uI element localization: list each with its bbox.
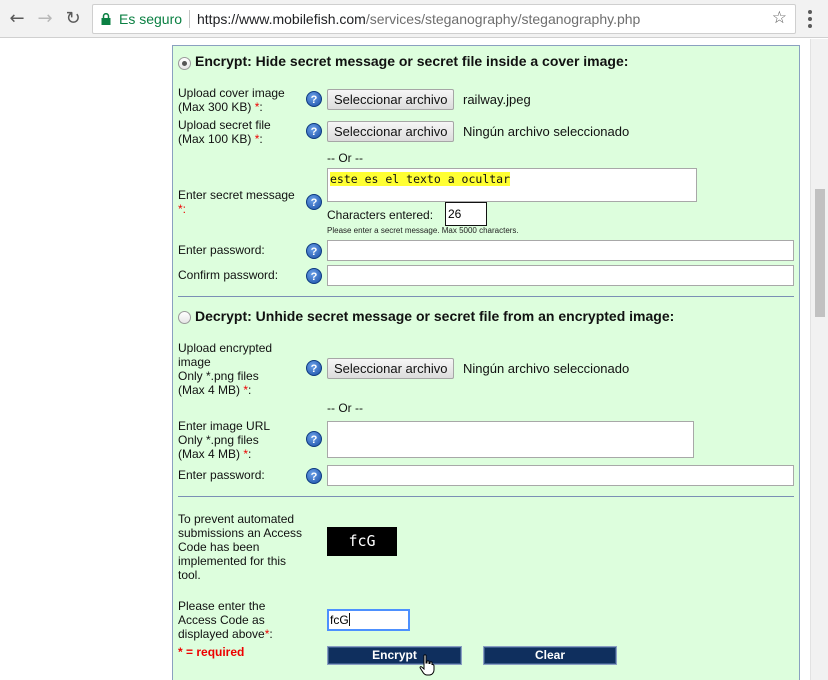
encrypted-image-label: Upload encrypted image Only *.png files … bbox=[178, 341, 272, 397]
image-url-textarea[interactable] bbox=[327, 421, 694, 458]
cover-image-label-line1: Upload cover image bbox=[178, 86, 285, 100]
required-note: * = required bbox=[178, 645, 245, 659]
back-arrow-icon[interactable]: ← bbox=[6, 8, 28, 30]
or-separator: -- Or -- bbox=[327, 401, 363, 415]
image-url-limit: (Max 4 MB) bbox=[178, 447, 241, 461]
secure-label: Es seguro bbox=[119, 11, 183, 27]
encrypted-image-label-line4: (Max 4 MB) *: bbox=[178, 383, 252, 397]
characters-entered-label: Characters entered: bbox=[327, 208, 434, 222]
help-icon[interactable]: ? bbox=[306, 268, 322, 284]
access-code-input[interactable]: fcG bbox=[327, 609, 410, 631]
lock-icon bbox=[101, 13, 111, 25]
access-code-value: fcG bbox=[330, 613, 349, 627]
hand-cursor-icon bbox=[419, 654, 435, 676]
page-content: Encrypt: Hide secret message or secret f… bbox=[0, 39, 810, 680]
secret-file-limit: (Max 100 KB) bbox=[178, 132, 252, 146]
cover-image-label-line2: (Max 300 KB) *: bbox=[178, 100, 263, 114]
help-icon[interactable]: ? bbox=[306, 123, 322, 139]
secret-file-filename: Ningún archivo seleccionado bbox=[463, 124, 630, 139]
encrypted-image-select-button[interactable]: Seleccionar archivo bbox=[327, 358, 455, 379]
secret-message-label: Enter secret message *: bbox=[178, 188, 295, 216]
reload-icon[interactable]: ↻ bbox=[62, 8, 84, 30]
encrypt-button[interactable]: Encrypt bbox=[327, 646, 462, 665]
url-separator bbox=[189, 10, 190, 28]
captcha-info-line4: implemented for this bbox=[178, 554, 287, 568]
decrypt-heading: Decrypt: Unhide secret message or secret… bbox=[195, 308, 675, 324]
secret-message-hint: Please enter a secret message. Max 5000 … bbox=[327, 226, 519, 235]
captcha-image: fcG bbox=[327, 527, 397, 556]
required-marker: *: bbox=[178, 202, 187, 216]
cover-image-filename: railway.jpeg bbox=[463, 92, 531, 107]
url-text: https://www.mobilefish.com/services/steg… bbox=[197, 11, 640, 27]
encrypted-image-label-line2: image bbox=[178, 355, 211, 369]
image-url-label: Enter image URL Only *.png files (Max 4 … bbox=[178, 419, 270, 461]
encrypt-heading: Encrypt: Hide secret message or secret f… bbox=[195, 53, 629, 69]
confirm-password-input[interactable] bbox=[327, 265, 794, 286]
address-bar[interactable]: Es seguro https://www.mobilefish.com/ser… bbox=[92, 4, 796, 34]
access-code-label-text: displayed above bbox=[178, 627, 265, 641]
secret-file-select-button[interactable]: Seleccionar archivo bbox=[327, 121, 455, 142]
secret-message-text: este es el texto a ocultar bbox=[330, 172, 511, 186]
help-icon[interactable]: ? bbox=[306, 431, 322, 447]
clear-button[interactable]: Clear bbox=[483, 646, 617, 665]
or-separator: -- Or -- bbox=[327, 151, 363, 165]
help-icon[interactable]: ? bbox=[306, 91, 322, 107]
text-cursor bbox=[348, 613, 350, 626]
encrypted-image-limit: (Max 4 MB) bbox=[178, 383, 241, 397]
encrypted-image-filename: Ningún archivo seleccionado bbox=[463, 361, 630, 376]
cover-image-label: Upload cover image (Max 300 KB) *: bbox=[178, 86, 285, 114]
help-icon[interactable]: ? bbox=[306, 468, 322, 484]
url-path: /services/steganography/steganography.ph… bbox=[365, 11, 641, 27]
access-code-label-line2: Access Code as bbox=[178, 613, 265, 627]
image-url-label-line2: Only *.png files bbox=[178, 433, 259, 447]
secret-file-label-line2: (Max 100 KB) *: bbox=[178, 132, 263, 146]
decrypt-password-input[interactable] bbox=[327, 465, 794, 486]
forward-arrow-icon[interactable]: → bbox=[34, 8, 56, 30]
encrypted-image-label-line1: Upload encrypted bbox=[178, 341, 273, 355]
access-code-label-line3: displayed above*: bbox=[178, 627, 273, 641]
url-host: https://www.mobilefish.com bbox=[197, 11, 366, 27]
captcha-info-line2: submissions an Access bbox=[178, 526, 303, 540]
decrypt-radio[interactable] bbox=[178, 311, 191, 324]
help-icon[interactable]: ? bbox=[306, 243, 322, 259]
image-url-label-line1: Enter image URL bbox=[178, 419, 271, 433]
browser-toolbar: ← → ↻ Es seguro https://www.mobilefish.c… bbox=[0, 0, 828, 38]
secret-file-label-line1: Upload secret file bbox=[178, 118, 271, 132]
confirm-password-label: Confirm password: bbox=[178, 268, 279, 282]
encrypt-password-input[interactable] bbox=[327, 240, 794, 261]
secret-message-label-text: Enter secret message bbox=[178, 188, 295, 202]
captcha-info-line1: To prevent automated bbox=[178, 512, 295, 526]
encrypt-password-label: Enter password: bbox=[178, 243, 265, 257]
captcha-info: To prevent automated submissions an Acce… bbox=[178, 512, 302, 582]
encrypted-image-label-line3: Only *.png files bbox=[178, 369, 259, 383]
decrypt-password-label: Enter password: bbox=[178, 468, 265, 482]
captcha-info-line3: Code has been bbox=[178, 540, 260, 554]
access-code-label: Please enter the Access Code as displaye… bbox=[178, 599, 273, 641]
secret-file-label: Upload secret file (Max 100 KB) *: bbox=[178, 118, 271, 146]
help-icon[interactable]: ? bbox=[306, 360, 322, 376]
captcha-info-line5: tool. bbox=[178, 568, 201, 582]
help-icon[interactable]: ? bbox=[306, 194, 322, 210]
section-divider bbox=[178, 296, 794, 297]
scrollbar-thumb[interactable] bbox=[815, 189, 825, 317]
access-code-label-line1: Please enter the bbox=[178, 599, 266, 613]
cover-image-select-button[interactable]: Seleccionar archivo bbox=[327, 89, 455, 110]
secret-message-textarea[interactable]: este es el texto a ocultar bbox=[327, 168, 697, 202]
encrypt-radio[interactable] bbox=[178, 57, 191, 70]
browser-menu-icon[interactable] bbox=[803, 8, 817, 30]
section-divider bbox=[178, 496, 794, 497]
cover-image-limit: (Max 300 KB) bbox=[178, 100, 252, 114]
steganography-form: Encrypt: Hide secret message or secret f… bbox=[172, 45, 800, 680]
image-url-label-line3: (Max 4 MB) *: bbox=[178, 447, 252, 461]
characters-entered-count: 26 bbox=[445, 202, 487, 226]
bookmark-star-icon[interactable]: ☆ bbox=[772, 8, 787, 28]
vertical-scrollbar[interactable] bbox=[810, 39, 828, 680]
